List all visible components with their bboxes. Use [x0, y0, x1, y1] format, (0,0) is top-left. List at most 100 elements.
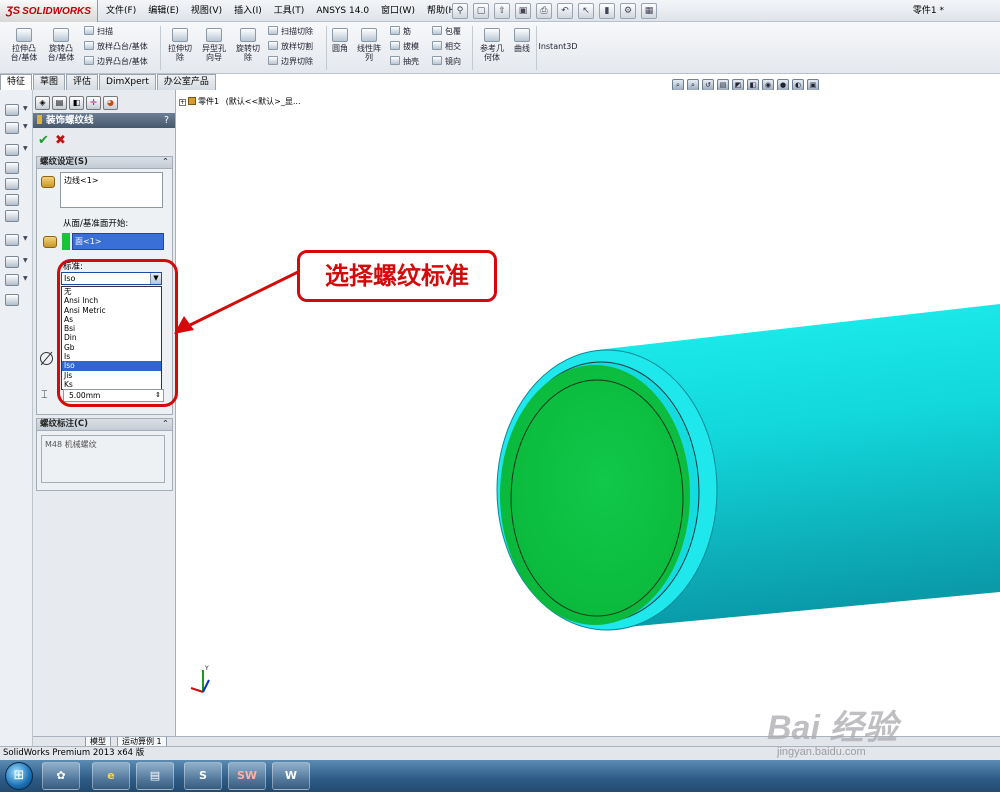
sweep-cut-icon	[268, 26, 278, 35]
tab-sketch[interactable]: 草图	[33, 74, 66, 90]
separator	[326, 26, 327, 70]
edge-selection-icon	[41, 176, 55, 188]
rebuild-icon[interactable]: ▮	[599, 3, 615, 19]
instant3d-label: Instant3D	[538, 42, 578, 51]
curve-tool-icon[interactable]	[5, 274, 19, 286]
thread-callout-header[interactable]: 螺纹标注(C) ⌃	[36, 418, 173, 431]
tool-icon[interactable]	[5, 104, 19, 116]
draft-button[interactable]: 拔模	[390, 41, 419, 52]
curves-button[interactable]: 曲线	[510, 28, 534, 53]
dimxpert-manager-tab[interactable]: ✛	[86, 96, 101, 110]
extrude-boss-button[interactable]: 拉伸凸 台/基体	[8, 28, 40, 62]
tool-icon[interactable]	[5, 294, 19, 306]
menu-insert[interactable]: 插入(I)	[228, 0, 268, 22]
feature-manager-tab[interactable]: ◈	[35, 96, 50, 110]
sweep-button[interactable]: 扫描	[84, 26, 113, 37]
extrude-cut-button[interactable]: 拉伸切 除	[164, 28, 196, 62]
chevron-up-icon[interactable]: ⌃	[162, 419, 169, 430]
brand-text: SOLIDWORKS	[22, 6, 91, 17]
chevron-down-icon[interactable]: ▼	[23, 105, 28, 112]
taskbar-app-icon[interactable]: S	[184, 762, 222, 790]
new-document-icon[interactable]: ▢	[473, 3, 489, 19]
pin-icon[interactable]: ⚲	[452, 3, 468, 19]
tool-icon[interactable]	[5, 162, 19, 174]
tab-office-products[interactable]: 办公室产品	[156, 74, 216, 90]
menu-window[interactable]: 窗口(W)	[375, 0, 421, 22]
shell-button[interactable]: 抽壳	[390, 56, 419, 67]
from-face-input[interactable]: 面<1>	[72, 233, 164, 250]
cylinder-model[interactable]	[177, 90, 1000, 736]
mirror-button[interactable]: 镜向	[432, 56, 461, 67]
loft-cut-button[interactable]: 放样切割	[268, 41, 313, 52]
linear-pattern-button[interactable]: 线性阵 列	[354, 28, 384, 62]
chevron-down-icon[interactable]: ▼	[23, 257, 28, 264]
tab-evaluate[interactable]: 评估	[66, 74, 99, 90]
pm-tabs: ◈ ▤ ◧ ✛ ◕	[35, 96, 118, 110]
thread-settings-header[interactable]: 螺纹设定(S) ⌃	[36, 156, 173, 169]
hole-wizard-button[interactable]: 异型孔 向导	[198, 28, 230, 62]
revolve-boss-button[interactable]: 旋转凸 台/基体	[44, 28, 78, 62]
tool-icon[interactable]	[5, 194, 19, 206]
menu-view[interactable]: 视图(V)	[185, 0, 228, 22]
grid-icon[interactable]: ▦	[641, 3, 657, 19]
menu-ansys[interactable]: ANSYS 14.0	[310, 0, 375, 22]
menu-file[interactable]: 文件(F)	[100, 0, 142, 22]
rib-button[interactable]: 筋	[390, 26, 411, 37]
face-color-swatch	[62, 233, 70, 250]
chevron-down-icon[interactable]: ▼	[23, 145, 28, 152]
graphics-area[interactable]: + 零件1 (默认<<默认>_显... Y	[177, 90, 1000, 736]
boundary-cut-button[interactable]: 边界切除	[268, 56, 313, 67]
file-explorer-icon[interactable]: ▤	[136, 762, 174, 790]
undo-icon[interactable]: ↶	[557, 3, 573, 19]
sweep-cut-button[interactable]: 扫描切除	[268, 26, 313, 37]
chevron-up-icon[interactable]: ⌃	[162, 157, 169, 168]
display-manager-tab[interactable]: ◕	[103, 96, 118, 110]
wrap-button[interactable]: 包覆	[432, 26, 461, 37]
reference-geometry-button[interactable]: 参考几 何体	[476, 28, 508, 62]
tool-icon[interactable]	[5, 144, 19, 156]
tab-dimxpert[interactable]: DimXpert	[99, 74, 156, 90]
tool-icon[interactable]	[5, 256, 19, 268]
print-icon[interactable]: ⎙	[536, 3, 552, 19]
configuration-manager-tab[interactable]: ◧	[69, 96, 84, 110]
draft-icon	[390, 41, 400, 50]
tab-features[interactable]: 特征	[0, 74, 33, 90]
chevron-down-icon[interactable]: ▼	[23, 123, 28, 130]
save-icon[interactable]: ▣	[515, 3, 531, 19]
chevron-down-icon[interactable]: ▼	[23, 275, 28, 282]
tool-icon[interactable]	[5, 210, 19, 222]
ok-button[interactable]: ✔	[38, 133, 49, 148]
edge-value: 边线<1>	[64, 176, 99, 185]
fillet-button[interactable]: 圆角	[328, 28, 352, 53]
solidworks-logo[interactable]: ƷS SOLIDWORKS	[0, 0, 98, 22]
cancel-button[interactable]: ✖	[55, 133, 66, 148]
tool-icon[interactable]	[5, 122, 19, 134]
options-icon[interactable]: ⚙	[620, 3, 636, 19]
menu-tools[interactable]: 工具(T)	[268, 0, 311, 22]
taskbar-app-icon[interactable]: ✿	[42, 762, 80, 790]
boundary-boss-button[interactable]: 边界凸台/基体	[84, 56, 148, 67]
boundary-cut-icon	[268, 56, 278, 65]
start-button[interactable]: ⊞	[5, 762, 33, 790]
boundary-cut-label: 边界切除	[281, 57, 313, 66]
linear-pattern-label: 线性阵 列	[357, 44, 381, 62]
revolve-cut-button[interactable]: 旋转切 除	[232, 28, 264, 62]
depth-icon: ⌶	[41, 388, 48, 401]
pattern-tool-icon[interactable]	[5, 234, 19, 246]
property-manager-tab[interactable]: ▤	[52, 96, 67, 110]
instant3d-button[interactable]: Instant3D	[538, 42, 578, 51]
edge-selection-box[interactable]: 边线<1>	[60, 172, 163, 208]
loft-boss-button[interactable]: 放样凸台/基体	[84, 41, 148, 52]
menu-edit[interactable]: 编辑(E)	[142, 0, 185, 22]
thread-callout-text[interactable]: M48 机械螺纹	[41, 435, 165, 483]
help-button[interactable]: ?	[164, 113, 169, 128]
select-icon[interactable]: ↖	[578, 3, 594, 19]
tool-icon[interactable]	[5, 178, 19, 190]
solidworks-taskbar-icon[interactable]: SW	[228, 762, 266, 790]
fillet-icon	[332, 28, 348, 42]
intersect-button[interactable]: 相交	[432, 41, 461, 52]
open-icon[interactable]: ⇧	[494, 3, 510, 19]
word-icon[interactable]: W	[272, 762, 310, 790]
chevron-down-icon[interactable]: ▼	[23, 235, 28, 242]
internet-explorer-icon[interactable]: e	[92, 762, 130, 790]
